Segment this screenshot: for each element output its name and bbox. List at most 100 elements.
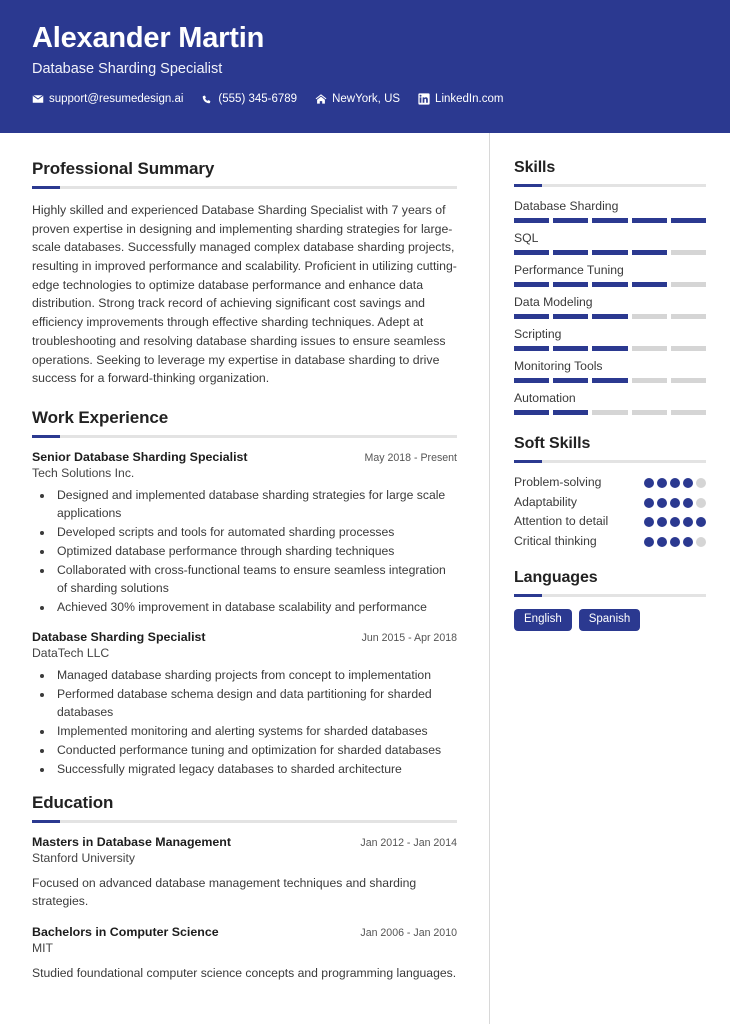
education-description: Studied foundational computer science co… bbox=[32, 965, 457, 980]
soft-skill-dot bbox=[670, 478, 680, 488]
skill-name: SQL bbox=[514, 231, 539, 245]
skill-level-segment bbox=[631, 410, 667, 415]
experience-heading-rule bbox=[32, 434, 457, 438]
contact-phone[interactable]: (555) 345-6789 bbox=[201, 93, 297, 105]
soft-skills-heading-rule bbox=[514, 460, 706, 463]
skill-level-segment bbox=[631, 218, 667, 223]
language-chip[interactable]: English bbox=[514, 609, 572, 632]
soft-skill-name: Critical thinking bbox=[514, 533, 597, 548]
skill-row: Performance Tuning bbox=[514, 263, 707, 287]
summary-text: Highly skilled and experienced Database … bbox=[32, 203, 457, 386]
skill-level-bar bbox=[514, 346, 707, 351]
soft-skills-heading: Soft Skills bbox=[514, 435, 591, 452]
experience-entry: Database Sharding Specialist Jun 2015 - A… bbox=[32, 630, 457, 779]
soft-skill-dot bbox=[644, 517, 654, 528]
experience-bullet: Performed database schema design and dat… bbox=[54, 686, 457, 722]
skill-level-segment bbox=[514, 410, 550, 415]
skill-level-segment bbox=[592, 378, 628, 383]
candidate-job-title: Database Sharding Specialist bbox=[32, 61, 223, 78]
soft-skill-row: Critical thinking bbox=[514, 534, 706, 550]
section-languages: Languages English Spanish bbox=[514, 569, 706, 632]
soft-skill-dot bbox=[696, 536, 706, 547]
skill-level-segment bbox=[553, 282, 589, 287]
skill-level-segment bbox=[553, 314, 589, 319]
skill-level-segment bbox=[553, 218, 589, 223]
contact-email-label: support@resumedesign.ai bbox=[49, 93, 184, 106]
language-chip[interactable]: Spanish bbox=[578, 609, 641, 632]
skill-row: Automation bbox=[514, 391, 707, 415]
soft-skill-rating bbox=[644, 534, 706, 547]
education-date-range: Jan 2006 - Jan 2010 bbox=[360, 926, 457, 939]
experience-bullet: Conducted performance tuning and optimiz… bbox=[54, 742, 457, 760]
soft-skill-dot bbox=[644, 478, 654, 488]
soft-skill-dot bbox=[683, 478, 693, 488]
education-heading: Education bbox=[32, 793, 114, 813]
skill-level-segment bbox=[670, 314, 707, 319]
skills-heading-rule bbox=[514, 184, 706, 187]
soft-skill-dot bbox=[657, 536, 667, 547]
skill-name: Automation bbox=[514, 391, 576, 405]
experience-bullet-list: Managed database sharding projects from … bbox=[32, 667, 457, 779]
skill-name: Scripting bbox=[514, 327, 562, 341]
experience-job-title: Database Sharding Specialist bbox=[32, 630, 206, 645]
skill-level-segment bbox=[631, 250, 667, 255]
contact-linkedin[interactable]: LinkedIn.com bbox=[418, 93, 503, 105]
education-degree: Bachelors in Computer Science bbox=[32, 924, 219, 939]
soft-skill-dot bbox=[670, 517, 680, 528]
education-description: Focused on advanced database management … bbox=[32, 876, 417, 909]
skill-level-segment bbox=[514, 282, 550, 287]
candidate-name: Alexander Martin bbox=[32, 22, 265, 54]
skill-level-segment bbox=[553, 378, 589, 383]
soft-skill-rating bbox=[644, 495, 706, 508]
skill-level-bar bbox=[514, 410, 707, 415]
skill-level-segment bbox=[670, 282, 707, 287]
skill-level-bar bbox=[514, 218, 707, 223]
contact-location: NewYork, US bbox=[315, 93, 400, 105]
skill-level-segment bbox=[514, 346, 550, 351]
envelope-icon bbox=[32, 93, 44, 105]
soft-skill-rating bbox=[644, 475, 706, 488]
skill-level-segment bbox=[553, 250, 589, 255]
experience-entry: Senior Database Sharding Specialist May 2… bbox=[32, 450, 457, 617]
soft-skill-row: Problem-solving bbox=[514, 475, 706, 491]
contact-email[interactable]: support@resumedesign.ai bbox=[32, 93, 183, 105]
education-entry: Bachelors in Computer Science Jan 2006 - … bbox=[32, 925, 457, 982]
experience-date-range: May 2018 - Present bbox=[364, 451, 457, 464]
soft-skill-row: Adaptability bbox=[514, 495, 706, 511]
education-entry: Masters in Database Management Jan 2012 -… bbox=[32, 835, 457, 911]
education-date-range: Jan 2012 - Jan 2014 bbox=[360, 837, 457, 850]
skill-level-segment bbox=[592, 282, 628, 287]
soft-skill-rating bbox=[644, 514, 706, 528]
languages-heading-rule bbox=[514, 594, 706, 598]
experience-bullet: Designed and implemented database shardi… bbox=[54, 487, 457, 523]
skills-list: Database Sharding SQL Performance Tuning Da… bbox=[514, 199, 707, 415]
experience-entry-header: Senior Database Sharding Specialist May 2… bbox=[32, 450, 457, 464]
soft-skill-dot bbox=[683, 536, 693, 547]
languages-list: English Spanish bbox=[514, 609, 706, 632]
skill-level-segment bbox=[592, 314, 628, 319]
skill-level-segment bbox=[592, 218, 628, 223]
section-professional-summary: Professional Summary Highly skilled and … bbox=[32, 159, 457, 388]
skill-level-bar bbox=[514, 250, 707, 255]
experience-company: Tech Solutions Inc. bbox=[32, 465, 135, 480]
soft-skill-dot bbox=[696, 517, 706, 528]
experience-bullet: Managed database sharding projects from … bbox=[54, 667, 457, 685]
skill-level-segment bbox=[514, 378, 550, 383]
skill-name: Database Sharding bbox=[514, 199, 619, 213]
skill-level-segment bbox=[514, 314, 550, 319]
skill-level-segment bbox=[592, 346, 628, 351]
phone-icon bbox=[201, 93, 213, 105]
home-icon bbox=[315, 93, 327, 105]
skill-level-segment bbox=[514, 218, 550, 223]
linkedin-icon bbox=[418, 93, 430, 105]
skill-name: Data Modeling bbox=[514, 295, 593, 309]
soft-skill-dot bbox=[670, 497, 680, 508]
skill-level-bar bbox=[514, 314, 707, 319]
experience-heading: Work Experience bbox=[32, 407, 169, 427]
soft-skill-name: Adaptability bbox=[514, 494, 578, 509]
summary-heading-rule bbox=[32, 186, 457, 189]
skill-level-segment bbox=[592, 410, 628, 415]
soft-skill-dot bbox=[696, 497, 706, 508]
experience-list: Senior Database Sharding Specialist May 2… bbox=[32, 450, 457, 779]
education-heading-rule bbox=[32, 820, 457, 824]
